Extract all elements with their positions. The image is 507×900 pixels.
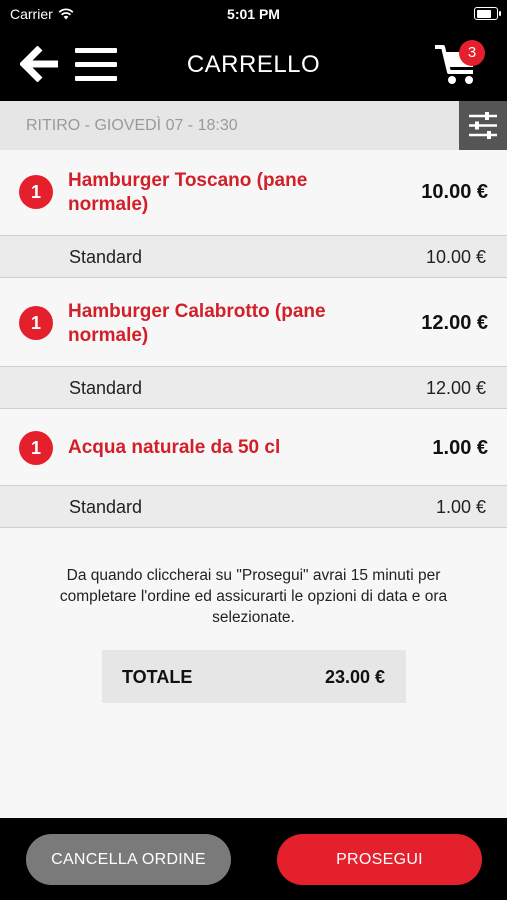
variant-price: 1.00 € <box>435 497 486 517</box>
item-price: 1.00 € <box>432 437 488 459</box>
cart-item[interactable]: 1 Hamburger Toscano (pane normale) 10.00… <box>0 150 507 235</box>
cart-item[interactable]: 1 Acqua naturale da 50 cl 1.00 € <box>0 409 507 485</box>
item-price: 12.00 € <box>421 312 488 334</box>
item-price: 10.00 € <box>421 181 488 203</box>
cart-count-badge: 3 <box>459 40 485 66</box>
status-bar: Carrier 5:01 PM <box>0 0 507 28</box>
pickup-label: RITIRO - GIOVEDÌ 07 - 18:30 <box>26 117 238 134</box>
variant-price: 12.00 € <box>425 378 486 398</box>
variant-price: 10.00 € <box>425 247 486 267</box>
total-box: TOTALE 23.00 € <box>102 650 406 703</box>
quantity-badge: 1 <box>19 306 53 340</box>
item-name: Acqua naturale da 50 cl <box>68 437 281 458</box>
quantity-badge: 1 <box>19 431 53 465</box>
item-variant-row: Standard 1.00 € <box>0 485 507 528</box>
page-title: CARRELLO <box>186 51 321 78</box>
item-variant-row: Standard 10.00 € <box>0 235 507 278</box>
total-label: TOTALE <box>122 667 193 687</box>
sliders-icon <box>469 112 497 139</box>
total-value: 23.00 € <box>324 667 385 687</box>
nav-bar: CARRELLO 3 <box>0 28 507 101</box>
variant-label: Standard <box>69 497 143 517</box>
variant-label: Standard <box>69 247 143 267</box>
quantity-badge: 1 <box>19 175 53 209</box>
timer-notice: Da quando cliccherai su "Prosegui" avrai… <box>59 567 448 626</box>
pickup-bar: RITIRO - GIOVEDÌ 07 - 18:30 <box>0 101 507 150</box>
cart-item[interactable]: 1 Hamburger Calabrotto (pane normale) 12… <box>0 278 507 366</box>
footer-bar: CANCELLA ORDINE PROSEGUI <box>0 818 507 900</box>
cancel-order-button[interactable]: CANCELLA ORDINE <box>26 834 231 885</box>
item-name: Hamburger Toscano (pane normale) <box>68 170 308 215</box>
battery-icon <box>474 7 501 20</box>
proceed-button[interactable]: PROSEGUI <box>277 834 482 885</box>
filter-button[interactable] <box>459 101 507 150</box>
item-name: Hamburger Calabrotto (pane normale) <box>68 301 326 346</box>
status-time: 5:01 PM <box>227 6 280 22</box>
variant-label: Standard <box>69 378 143 398</box>
item-variant-row: Standard 12.00 € <box>0 366 507 409</box>
